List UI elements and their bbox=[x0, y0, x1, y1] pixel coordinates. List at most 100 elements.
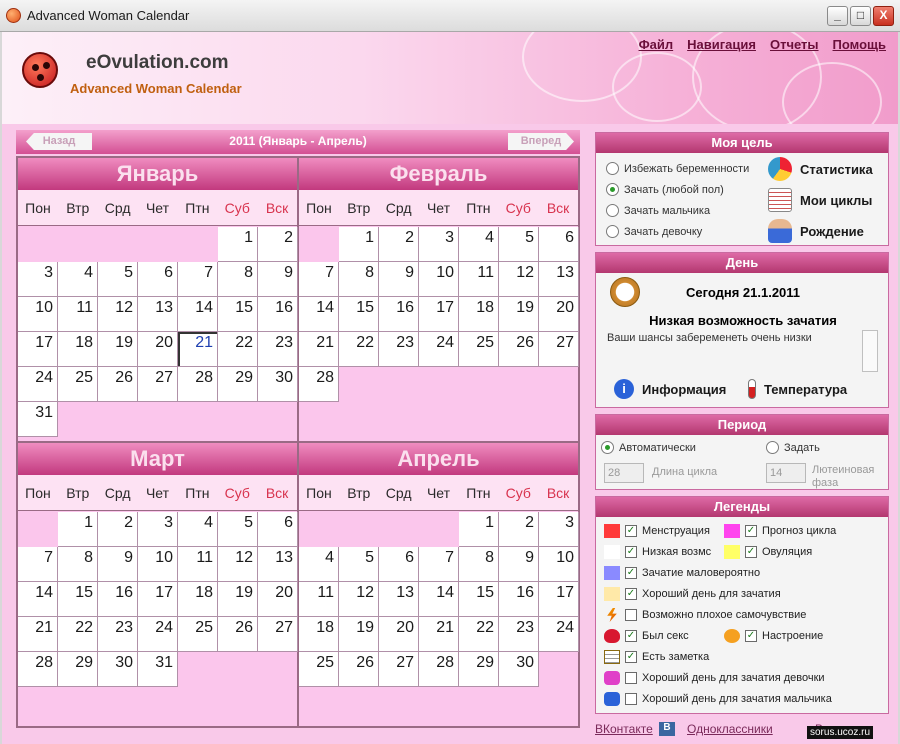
day-cell[interactable]: 21 bbox=[299, 332, 339, 367]
menu-navigation[interactable]: Навигация bbox=[687, 37, 756, 52]
day-cell[interactable]: 13 bbox=[539, 262, 579, 297]
day-cell[interactable]: 22 bbox=[459, 617, 499, 652]
day-cell[interactable]: 26 bbox=[499, 332, 539, 367]
day-cell[interactable]: 22 bbox=[218, 332, 258, 367]
legend-checkbox[interactable] bbox=[625, 609, 637, 621]
day-cell[interactable]: 30 bbox=[258, 367, 298, 402]
day-cell[interactable]: 20 bbox=[379, 617, 419, 652]
day-cell[interactable]: 3 bbox=[18, 262, 58, 297]
day-cell[interactable]: 22 bbox=[339, 332, 379, 367]
day-cell[interactable]: 28 bbox=[18, 652, 58, 687]
day-cell[interactable]: 3 bbox=[138, 512, 178, 547]
radio-boy[interactable] bbox=[606, 204, 619, 217]
day-cell[interactable]: 22 bbox=[58, 617, 98, 652]
day-cell[interactable]: 25 bbox=[299, 652, 339, 687]
day-cell[interactable]: 16 bbox=[258, 297, 298, 332]
day-cell[interactable]: 2 bbox=[499, 512, 539, 547]
day-cell[interactable]: 12 bbox=[339, 582, 379, 617]
day-cell[interactable]: 7 bbox=[419, 547, 459, 582]
day-cell[interactable]: 20 bbox=[539, 297, 579, 332]
day-cell-today[interactable]: 21 bbox=[178, 332, 218, 367]
day-cell[interactable]: 4 bbox=[299, 547, 339, 582]
day-cell[interactable]: 29 bbox=[58, 652, 98, 687]
day-cell[interactable]: 15 bbox=[459, 582, 499, 617]
day-cell[interactable]: 30 bbox=[499, 652, 539, 687]
cycle-length-select[interactable]: 28 bbox=[604, 463, 644, 483]
goal-option-boy[interactable]: Зачать мальчика bbox=[606, 204, 710, 217]
day-cell[interactable]: 5 bbox=[339, 547, 379, 582]
day-cell[interactable]: 10 bbox=[539, 547, 579, 582]
day-cell[interactable]: 16 bbox=[98, 582, 138, 617]
day-cell[interactable]: 27 bbox=[258, 617, 298, 652]
period-auto-option[interactable]: Автоматически bbox=[601, 441, 696, 454]
day-cell[interactable]: 10 bbox=[419, 262, 459, 297]
radio-any[interactable] bbox=[606, 183, 619, 196]
information-link[interactable]: i Информация bbox=[614, 379, 726, 399]
day-cell[interactable]: 5 bbox=[218, 512, 258, 547]
day-cell[interactable]: 11 bbox=[459, 262, 499, 297]
legend-checkbox[interactable]: ✓ bbox=[745, 546, 757, 558]
day-cell[interactable]: 24 bbox=[18, 367, 58, 402]
day-cell[interactable]: 24 bbox=[419, 332, 459, 367]
day-cell[interactable]: 8 bbox=[218, 262, 258, 297]
day-cell[interactable]: 5 bbox=[98, 262, 138, 297]
day-cell[interactable]: 16 bbox=[499, 582, 539, 617]
radio-girl[interactable] bbox=[606, 225, 619, 238]
legend-checkbox[interactable]: ✓ bbox=[625, 525, 637, 537]
day-cell[interactable]: 1 bbox=[459, 512, 499, 547]
day-cell[interactable]: 31 bbox=[138, 652, 178, 687]
day-cell[interactable]: 24 bbox=[138, 617, 178, 652]
day-cell[interactable]: 4 bbox=[459, 227, 499, 262]
day-cell[interactable]: 26 bbox=[339, 652, 379, 687]
day-cell[interactable]: 23 bbox=[98, 617, 138, 652]
day-cell[interactable]: 13 bbox=[258, 547, 298, 582]
legend-checkbox[interactable] bbox=[625, 672, 637, 684]
day-cell[interactable]: 4 bbox=[178, 512, 218, 547]
luteal-phase-select[interactable]: 14 bbox=[766, 463, 806, 483]
day-cell[interactable]: 16 bbox=[379, 297, 419, 332]
period-manual-option[interactable]: Задать bbox=[766, 441, 820, 454]
day-cell[interactable]: 7 bbox=[18, 547, 58, 582]
menu-help[interactable]: Помощь bbox=[833, 37, 886, 52]
day-cell[interactable]: 14 bbox=[18, 582, 58, 617]
statistics-link[interactable]: Статистика bbox=[768, 157, 873, 181]
day-cell[interactable]: 18 bbox=[299, 617, 339, 652]
day-cell[interactable]: 28 bbox=[299, 367, 339, 402]
day-cell[interactable]: 11 bbox=[299, 582, 339, 617]
day-cell[interactable]: 12 bbox=[98, 297, 138, 332]
day-cell[interactable]: 26 bbox=[98, 367, 138, 402]
day-cell[interactable]: 30 bbox=[98, 652, 138, 687]
day-cell[interactable]: 5 bbox=[499, 227, 539, 262]
goal-option-avoid[interactable]: Избежать беременности bbox=[606, 162, 749, 175]
goal-option-girl[interactable]: Зачать девочку bbox=[606, 225, 702, 238]
day-cell[interactable]: 6 bbox=[539, 227, 579, 262]
day-cell[interactable]: 3 bbox=[419, 227, 459, 262]
day-cell[interactable]: 8 bbox=[58, 547, 98, 582]
day-cell[interactable]: 24 bbox=[539, 617, 579, 652]
radio-auto[interactable] bbox=[601, 441, 614, 454]
day-cell[interactable]: 19 bbox=[499, 297, 539, 332]
day-cell[interactable]: 19 bbox=[98, 332, 138, 367]
day-cell[interactable]: 9 bbox=[258, 262, 298, 297]
day-cell[interactable]: 21 bbox=[419, 617, 459, 652]
day-cell[interactable]: 2 bbox=[98, 512, 138, 547]
day-cell[interactable]: 25 bbox=[178, 617, 218, 652]
maximize-button[interactable]: □ bbox=[850, 6, 871, 26]
day-cell[interactable]: 1 bbox=[339, 227, 379, 262]
day-cell[interactable]: 7 bbox=[178, 262, 218, 297]
temperature-link[interactable]: Температура bbox=[748, 379, 847, 399]
day-cell[interactable]: 6 bbox=[258, 512, 298, 547]
menu-file[interactable]: Файл bbox=[639, 37, 674, 52]
day-cell[interactable]: 27 bbox=[539, 332, 579, 367]
day-cell[interactable]: 1 bbox=[218, 227, 258, 262]
vk-link[interactable]: ВКонтакте bbox=[595, 722, 653, 736]
day-cell[interactable]: 15 bbox=[339, 297, 379, 332]
day-cell[interactable]: 27 bbox=[138, 367, 178, 402]
day-cell[interactable]: 23 bbox=[258, 332, 298, 367]
legend-checkbox[interactable]: ✓ bbox=[625, 651, 637, 663]
day-cell[interactable]: 21 bbox=[18, 617, 58, 652]
day-cell[interactable]: 13 bbox=[138, 297, 178, 332]
legend-checkbox[interactable]: ✓ bbox=[625, 630, 637, 642]
day-cell[interactable]: 10 bbox=[138, 547, 178, 582]
birth-link[interactable]: Рождение bbox=[768, 219, 864, 243]
